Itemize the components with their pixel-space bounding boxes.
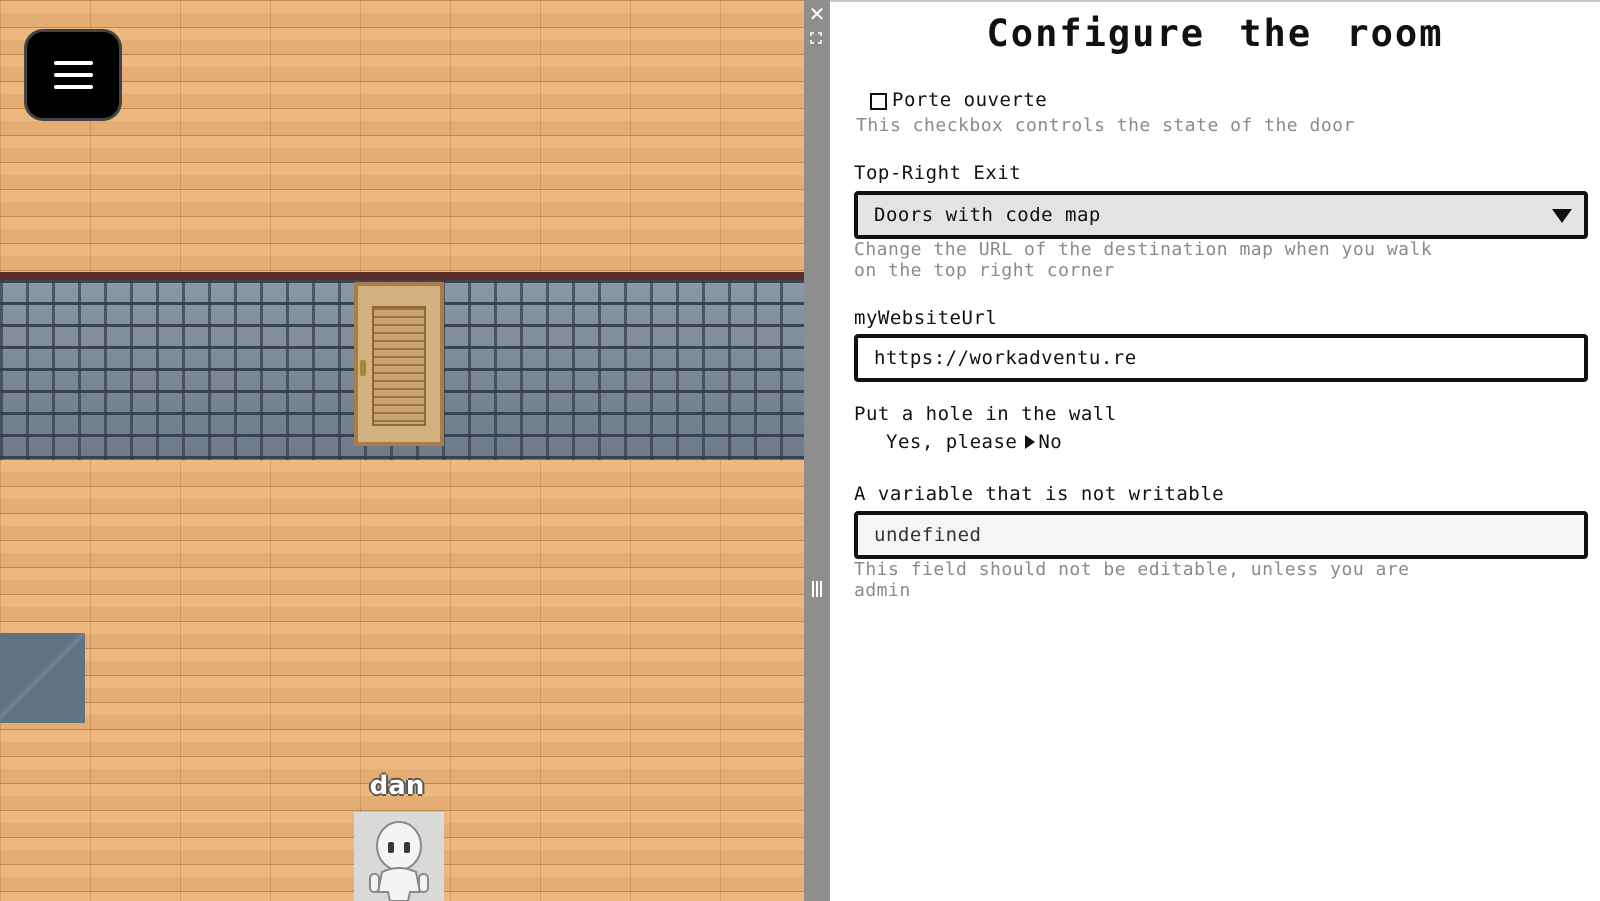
porte-ouverte-label[interactable]: Porte ouverte: [892, 89, 1047, 111]
website-url-label: myWebsiteUrl: [854, 307, 998, 329]
porte-ouverte-help: This checkbox controls the state of the …: [856, 115, 1355, 136]
website-url-value: https://workadventu.re: [874, 347, 1137, 369]
expand-icon[interactable]: [810, 29, 822, 44]
white-humanoid-avatar-icon: [369, 821, 429, 901]
radio-option-no[interactable]: No: [1038, 431, 1062, 453]
top-right-exit-help-1: Change the URL of the destination map wh…: [854, 239, 1433, 260]
panel-splitter[interactable]: ✕: [804, 0, 830, 901]
top-right-exit-value: Doors with code map: [874, 204, 1101, 226]
porte-ouverte-checkbox[interactable]: [870, 93, 887, 110]
readonly-variable-value: undefined: [874, 524, 982, 546]
menu-bar-bottom: [54, 85, 93, 89]
readonly-variable-label: A variable that is not writable: [854, 483, 1225, 505]
hamburger-menu-icon[interactable]: [27, 32, 119, 118]
player-name-label: dan: [369, 771, 425, 801]
page-title: Configure the room: [986, 12, 1444, 55]
door-knob: [360, 360, 366, 376]
radio-option-yes[interactable]: Yes, please: [886, 431, 1017, 453]
app-root: dan ✕ Configure the room Porte ouverte T…: [0, 0, 1600, 901]
menu-bar-middle: [54, 73, 93, 77]
close-icon[interactable]: ✕: [808, 3, 826, 25]
menu-bar-top: [54, 61, 93, 65]
top-right-exit-label: Top-Right Exit: [854, 162, 1022, 184]
top-right-exit-select[interactable]: Doors with code map: [854, 191, 1588, 239]
resize-handle-icon[interactable]: [810, 579, 824, 599]
radio-selected-indicator-icon: [1025, 435, 1036, 449]
configure-room-panel: Configure the room Porte ouverte This ch…: [830, 0, 1600, 901]
top-right-exit-help-2: on the top right corner: [854, 260, 1115, 281]
wooden-door: [354, 282, 444, 446]
blue-floor-tile: [0, 633, 85, 723]
readonly-variable-help-2: admin: [854, 580, 911, 601]
player-avatar[interactable]: [354, 812, 444, 901]
game-map-view[interactable]: dan: [0, 0, 804, 901]
website-url-input[interactable]: https://workadventu.re: [854, 334, 1588, 382]
readonly-variable-help-1: This field should not be editable, unles…: [854, 559, 1410, 580]
door-slats: [372, 306, 426, 426]
hole-in-wall-radio-group: Yes, please No: [886, 431, 1062, 453]
readonly-variable-input: undefined: [854, 511, 1588, 559]
chevron-down-icon: [1552, 209, 1572, 223]
hole-in-wall-label: Put a hole in the wall: [854, 403, 1117, 425]
